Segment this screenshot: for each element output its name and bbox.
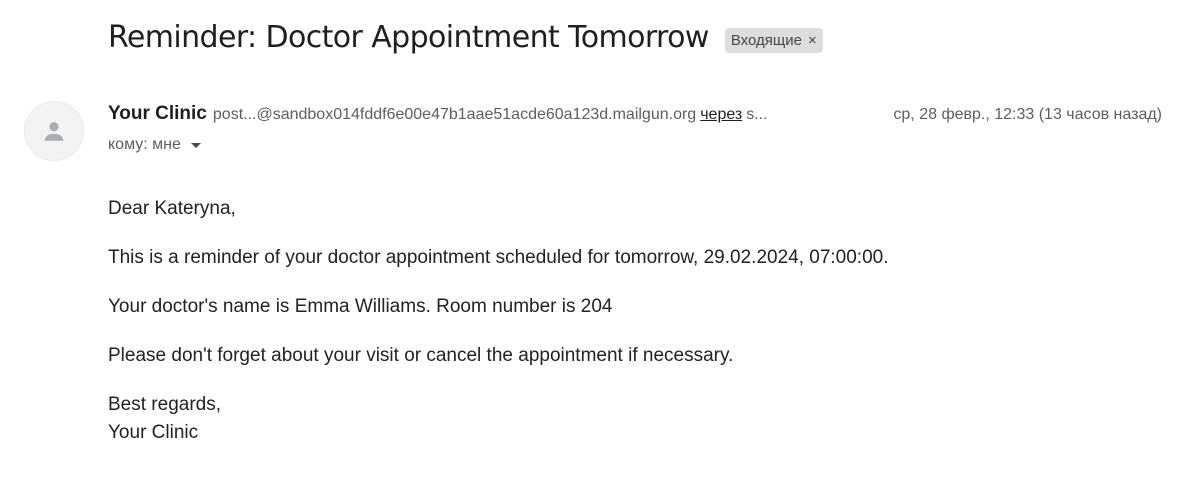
body-closing: Best regards,: [108, 394, 221, 415]
recipient-text: кому: мне: [108, 136, 181, 153]
body-line-2: Your doctor's name is Emma Williams. Roo…: [108, 296, 613, 317]
email-view: Reminder: Doctor Appointment Tomorrow Вх…: [0, 0, 1177, 490]
email-date[interactable]: ср, 28 февр., 12:33 (13 часов назад): [893, 106, 1162, 124]
body-signature: Your Clinic: [108, 422, 199, 443]
close-icon[interactable]: ×: [808, 31, 817, 50]
inbox-label-chip[interactable]: Входящие ×: [724, 27, 823, 53]
via-link[interactable]: через: [700, 106, 742, 124]
email-body: Dear Kateryna, This is a reminder of you…: [108, 195, 1158, 447]
inbox-label-text: Входящие: [730, 31, 802, 49]
sender-name[interactable]: Your Clinic: [108, 103, 207, 125]
body-greeting: Dear Kateryna,: [108, 198, 236, 219]
recipient-dropdown[interactable]: кому: мне: [108, 136, 201, 154]
chevron-down-icon[interactable]: [190, 143, 201, 148]
email-subject: Reminder: Doctor Appointment Tomorrow: [108, 20, 709, 55]
person-icon: [44, 122, 64, 141]
body-line-1: This is a reminder of your doctor appoin…: [108, 247, 889, 268]
body-line-3: Please don't forget about your visit or …: [108, 345, 734, 366]
subject-row: Reminder: Doctor Appointment Tomorrow Вх…: [108, 16, 823, 60]
sender-header: Your Clinic post...@sandbox014fddf6e00e4…: [108, 103, 1168, 129]
avatar[interactable]: [24, 101, 84, 161]
via-domain: s...: [746, 106, 768, 123]
sender-email[interactable]: post...@sandbox014fddf6e00e47b1aae51acde…: [213, 106, 696, 124]
